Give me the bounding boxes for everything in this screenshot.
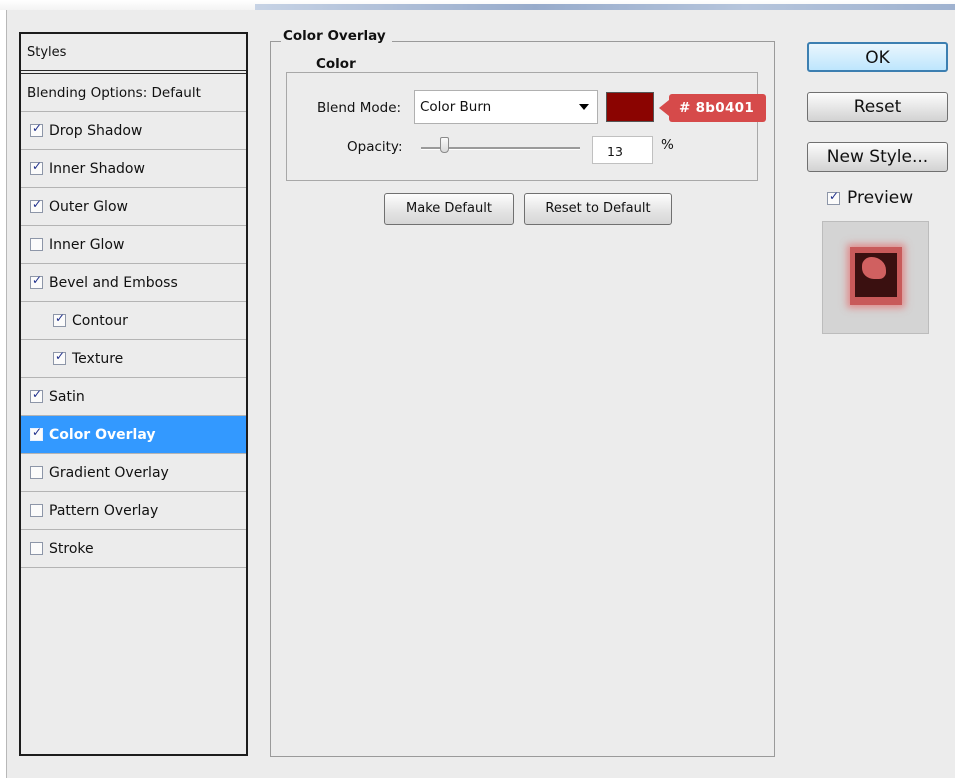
blend-mode-label: Blend Mode: [317,100,402,116]
styles-list: Blending Options: Default Drop Shadow Inne… [21,74,246,568]
checkbox[interactable] [30,425,43,441]
checkbox[interactable] [30,542,43,555]
opacity-label: Opacity: [347,139,403,155]
reset-button[interactable]: Reset [807,92,948,122]
checkbox[interactable] [30,238,43,251]
opacity-input[interactable]: 13 [592,136,653,164]
preview-thumbnail [850,247,902,305]
preview-checkbox[interactable] [827,189,840,205]
window-top-strip [0,0,955,10]
preview-toggle[interactable]: Preview [827,188,913,208]
make-default-button[interactable]: Make Default [384,193,514,225]
checkbox[interactable] [30,504,43,517]
style-item-label: Inner Shadow [49,160,145,177]
style-item-label: Satin [49,388,85,405]
color-overlay-title: Color Overlay [281,28,392,44]
style-item-label: Bevel and Emboss [49,274,178,291]
style-item-pattern-overlay[interactable]: Pattern Overlay [21,492,246,530]
style-item-label: Texture [72,350,124,367]
style-item-label: Inner Glow [49,236,125,253]
style-preview [822,221,929,334]
color-group-box [286,72,758,181]
checkbox[interactable] [30,121,43,137]
chevron-down-icon[interactable] [579,104,589,110]
styles-list-panel: Styles Blending Options: Default Drop Sha… [19,32,248,756]
style-item-inner-glow[interactable]: Inner Glow [21,226,246,264]
style-item-blending-options-default[interactable]: Blending Options: Default [21,74,246,112]
style-item-satin[interactable]: Satin [21,378,246,416]
reset-to-default-button[interactable]: Reset to Default [524,193,672,225]
style-item-color-overlay[interactable]: Color Overlay [21,416,246,454]
style-item-label: Pattern Overlay [49,502,159,519]
opacity-slider-thumb[interactable] [440,137,449,153]
color-group-title: Color [311,56,361,72]
checkbox[interactable] [30,273,43,289]
checkbox[interactable] [30,387,43,403]
style-item-texture[interactable]: Texture [21,340,246,378]
style-item-stroke[interactable]: Stroke [21,530,246,568]
checkbox[interactable] [30,159,43,175]
blend-mode-select[interactable]: Color Burn [414,90,598,124]
checkbox[interactable] [30,466,43,479]
style-item-label: Gradient Overlay [49,464,169,481]
opacity-unit: % [661,137,674,153]
style-item-bevel-and-emboss[interactable]: Bevel and Emboss [21,264,246,302]
preview-label: Preview [847,188,914,208]
style-item-outer-glow[interactable]: Outer Glow [21,188,246,226]
checkbox[interactable] [30,197,43,213]
style-item-label: Blending Options: Default [27,84,201,101]
style-item-gradient-overlay[interactable]: Gradient Overlay [21,454,246,492]
color-hex-annotation: # 8b0401 [658,94,767,122]
styles-header[interactable]: Styles [21,34,246,74]
style-item-drop-shadow[interactable]: Drop Shadow [21,112,246,150]
overlay-color-swatch[interactable] [606,92,654,122]
checkbox[interactable] [53,311,66,327]
style-item-label: Drop Shadow [49,122,143,139]
ok-button[interactable]: OK [807,42,948,72]
style-item-inner-shadow[interactable]: Inner Shadow [21,150,246,188]
style-item-label: Stroke [49,540,94,557]
style-item-contour[interactable]: Contour [21,302,246,340]
checkbox[interactable] [53,349,66,365]
style-item-label: Outer Glow [49,198,128,215]
new-style-button[interactable]: New Style... [807,142,948,172]
style-item-label: Contour [72,312,128,329]
style-item-label: Color Overlay [49,426,156,443]
